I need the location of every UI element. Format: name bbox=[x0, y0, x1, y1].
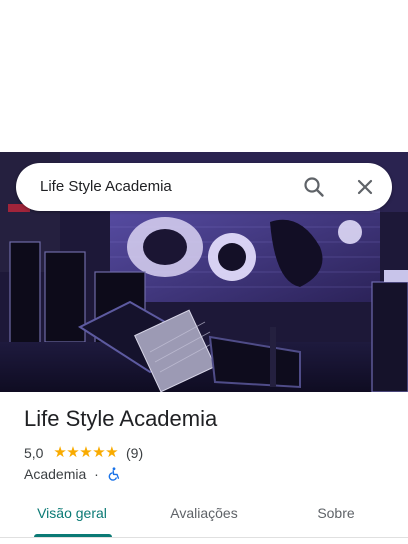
review-count[interactable]: (9) bbox=[126, 444, 143, 462]
rating-stars: ★★★★★ bbox=[53, 444, 119, 461]
wheelchair-accessible-icon bbox=[107, 467, 121, 481]
search-icon[interactable] bbox=[302, 175, 326, 199]
place-category[interactable]: Academia bbox=[24, 465, 86, 483]
rating-value: 5,0 bbox=[24, 445, 44, 461]
place-title: Life Style Academia bbox=[24, 406, 218, 431]
search-input[interactable]: Life Style Academia bbox=[40, 163, 172, 211]
search-bar[interactable]: Life Style Academia bbox=[16, 163, 392, 211]
close-icon[interactable] bbox=[353, 175, 377, 199]
separator-dot: · bbox=[94, 466, 99, 482]
category-row: Academia · bbox=[24, 465, 121, 483]
tabs-divider bbox=[0, 537, 408, 538]
rating-row[interactable]: 5,0 ★★★★★ (9) bbox=[24, 444, 143, 462]
tab-about[interactable]: Sobre bbox=[296, 494, 376, 540]
tab-reviews[interactable]: Avaliações bbox=[156, 494, 252, 540]
